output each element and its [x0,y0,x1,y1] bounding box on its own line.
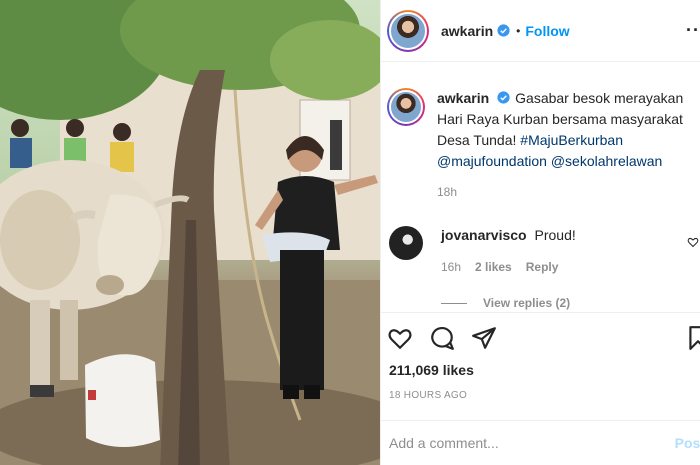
comment-meta: 16h 2 likes Reply [441,258,576,276]
commenter-username[interactable]: jovanarvisco [441,227,527,243]
caption-username[interactable]: awkarin [437,90,489,106]
view-replies-button[interactable]: View replies (2) [441,296,570,310]
comment-icon[interactable] [429,325,455,351]
hashtag-link[interactable]: #MajuBerkurban [520,132,623,148]
commenter-avatar[interactable] [389,226,423,260]
comment-timestamp[interactable]: 16h [441,258,461,276]
mention-link-sekolahrelawan[interactable]: @sekolahrelawan [551,153,663,169]
verified-badge-icon [497,91,510,104]
heart-icon[interactable] [387,325,413,351]
comment-body: jovanarvisco Proud! 16h 2 likes Reply [441,226,576,276]
post-photo[interactable] [0,0,380,465]
more-options-icon[interactable]: ··· [686,20,700,41]
post-header: awkarin • Follow ··· [381,0,700,62]
follow-button[interactable]: Follow [525,23,569,39]
photo-illustration [0,0,380,465]
comment-item: jovanarvisco Proud! 16h 2 likes Reply [389,226,700,276]
share-icon[interactable] [471,325,497,351]
reply-button[interactable]: Reply [526,258,559,276]
comment-input[interactable] [389,435,669,451]
verified-badge-icon [497,24,510,37]
comment-text: Proud! [534,227,576,243]
author-avatar[interactable] [387,9,429,52]
post-timestamp[interactable]: 18 HOURS AGO [389,390,467,401]
caption-body: awkarin Gasabar besok merayakan Hari Raya… [437,88,687,203]
view-replies-label: View replies (2) [483,296,571,310]
mention-link-majufoundation[interactable]: @majufoundation [437,153,547,169]
post-details-panel: awkarin • Follow ··· awkarinGasabar beso… [380,0,700,465]
caption-avatar[interactable] [387,88,425,126]
save-icon[interactable] [685,325,700,351]
replies-divider-line [441,302,467,304]
caption-timestamp[interactable]: 18h [437,182,687,203]
comment-like-heart-icon[interactable] [687,236,699,248]
post-comment-button[interactable]: Post [675,435,700,451]
add-comment-bar: Post [381,420,700,465]
likes-count[interactable]: 211,069 likes [389,362,474,378]
comment-likes[interactable]: 2 likes [475,258,512,276]
separator-dot: • [516,23,521,38]
post-caption: awkarin Gasabar besok merayakan Hari Raya… [381,62,700,203]
action-bar [381,313,700,351]
post-actions-section: 211,069 likes 18 HOURS AGO [381,312,700,401]
author-username[interactable]: awkarin [441,23,493,39]
